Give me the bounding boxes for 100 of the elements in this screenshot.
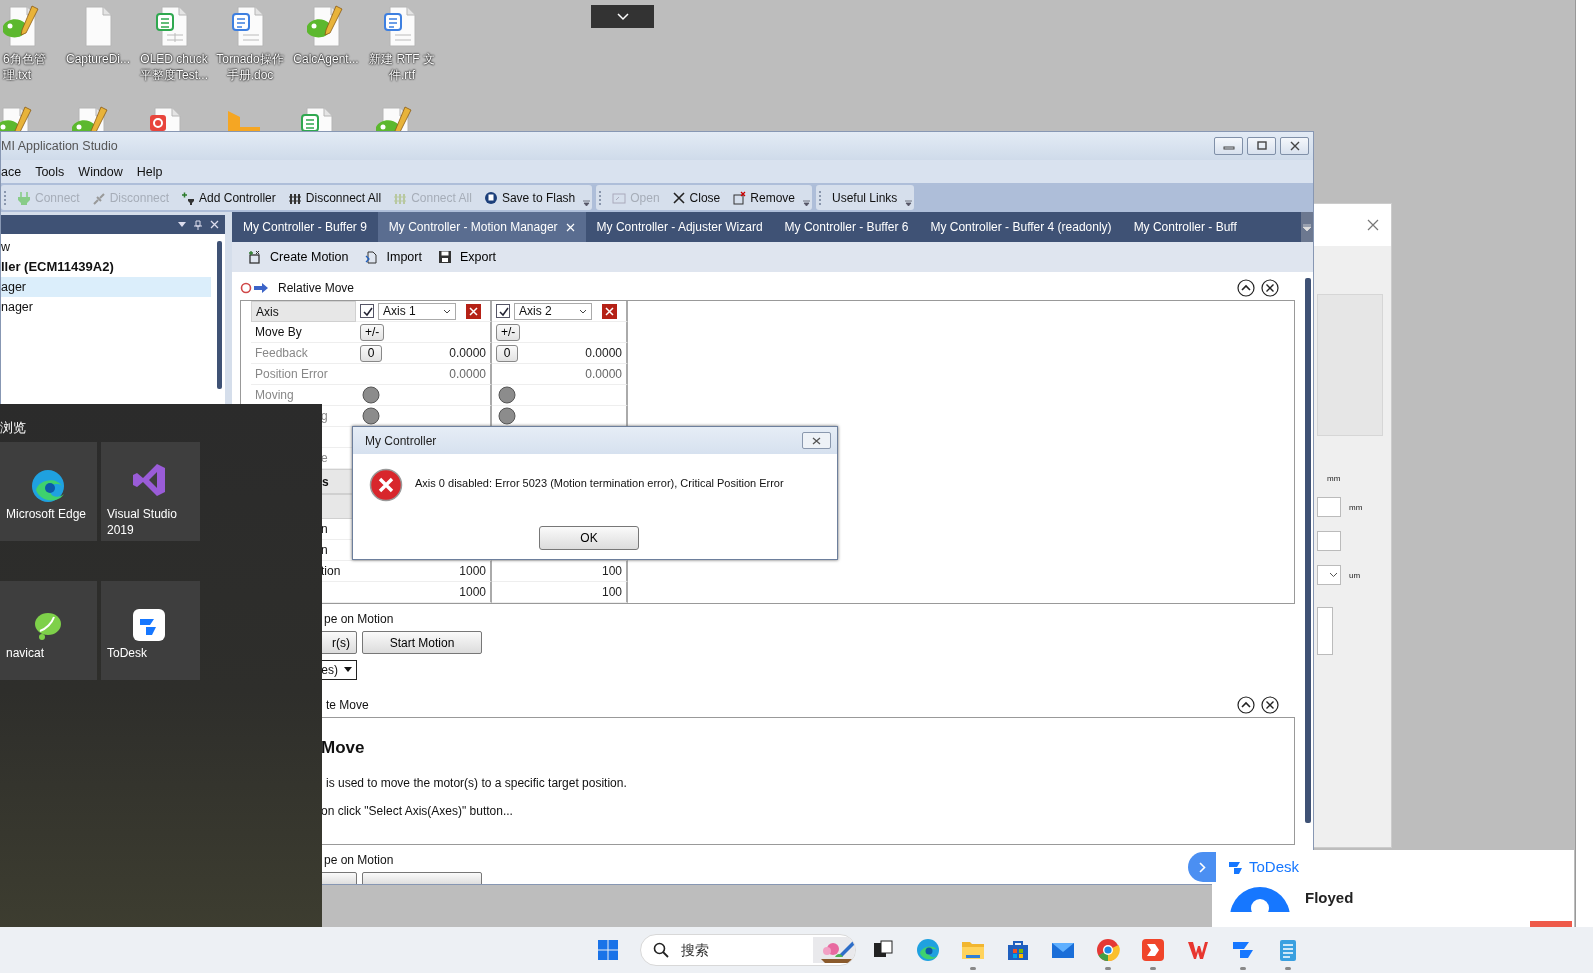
toolbar-button[interactable]: Import	[358, 250, 428, 264]
chrome-icon	[1095, 938, 1120, 962]
property-value: 1000	[459, 564, 486, 578]
dropdown-field[interactable]	[1317, 565, 1341, 585]
start-button[interactable]	[596, 938, 620, 962]
browser-icon	[30, 468, 66, 504]
check-icon	[497, 305, 509, 317]
search-input[interactable]: 搜索	[679, 941, 803, 959]
tab-list-button[interactable]	[1301, 212, 1313, 242]
file-label: 新建 RTF 文件.rtf	[368, 51, 436, 83]
remove-icon	[732, 190, 747, 205]
toolbar-button[interactable]: Save to Flash	[477, 186, 582, 209]
app-tile[interactable]: ToDesk	[101, 581, 200, 680]
section-heading: 浏览	[0, 419, 27, 437]
app-tile[interactable]: Visual Studio 2019	[101, 442, 200, 541]
search-field[interactable]: 搜索	[640, 934, 856, 966]
browser-icon	[915, 938, 940, 962]
menu-item[interactable]: Window	[78, 164, 123, 179]
menu-item[interactable]: Tools	[35, 164, 65, 179]
sign-button[interactable]: +/-	[360, 323, 385, 341]
property-value: 0.0000	[585, 367, 622, 381]
axis-dropdown[interactable]: Axis 2	[514, 302, 592, 320]
app-tile[interactable]: navicat	[0, 581, 97, 680]
toolbar-button[interactable]: Disconnect All	[281, 186, 388, 209]
tree-item[interactable]: w	[1, 237, 211, 257]
tree-item[interactable]: ller (ECM11439A2)	[1, 257, 211, 277]
error-icon	[369, 468, 403, 502]
property-label: n	[321, 543, 328, 557]
close-icon	[812, 436, 821, 445]
caption-text: pe on Motion	[324, 611, 394, 628]
menu-item[interactable]: Help	[136, 164, 163, 179]
close-button[interactable]	[1280, 137, 1309, 155]
action-button[interactable]: Start Motion	[362, 631, 482, 654]
pdf-reader-icon	[1140, 938, 1165, 962]
help-text: is used to move the motor(s) to a specific target position.	[326, 776, 628, 790]
maximize-button[interactable]	[1247, 137, 1276, 155]
zero-button[interactable]: 0	[496, 344, 518, 362]
ok-button[interactable]: OK	[539, 526, 639, 550]
file-label: CaptureDi...	[65, 51, 131, 67]
menu-item[interactable]: ace	[1, 164, 22, 179]
tab[interactable]: My Controller - Adjuster Wizard	[585, 212, 774, 242]
dropdown-button[interactable]	[591, 5, 654, 28]
windows-icon	[597, 939, 619, 961]
toolbar-button[interactable]: Create Motion	[242, 250, 355, 264]
restore-icon	[1255, 141, 1268, 151]
tree-item[interactable]: ager	[1, 277, 211, 297]
store-icon	[1005, 938, 1030, 962]
tab[interactable]: My Controller - Buffer 6	[773, 212, 920, 242]
close-button[interactable]	[802, 432, 831, 449]
expand-button[interactable]	[1188, 852, 1216, 882]
plug-icon	[17, 190, 31, 205]
unplug-icon	[91, 190, 106, 205]
tab[interactable]: My Controller - Buff	[1122, 212, 1248, 242]
unit-label: mm	[1349, 502, 1363, 512]
input-field[interactable]	[1317, 607, 1333, 655]
toolbar-button[interactable]: Add Controller	[175, 186, 282, 209]
remove-button[interactable]	[466, 303, 481, 319]
close-icon	[469, 306, 478, 316]
caret-down-icon	[1303, 223, 1311, 231]
tab[interactable]: My Controller - Buffer 9	[232, 212, 378, 242]
checkbox[interactable]	[360, 304, 374, 318]
input-field[interactable]	[1317, 497, 1341, 517]
remove-button[interactable]	[602, 303, 617, 319]
plug-add-icon	[181, 190, 196, 205]
user-name: Floyed	[1305, 889, 1354, 906]
toolbar-button[interactable]: Remove	[726, 186, 801, 209]
property-value: 1000	[459, 585, 486, 599]
axis-dropdown[interactable]: Axis 1	[378, 302, 456, 320]
chevron-right-icon	[1198, 861, 1206, 873]
input-field[interactable]	[1317, 531, 1341, 551]
minimize-button[interactable]	[1214, 137, 1243, 155]
chevron-down-icon	[579, 308, 587, 314]
app-tile[interactable]: Microsoft Edge	[0, 442, 97, 541]
scrollbar[interactable]	[217, 241, 222, 389]
caption-text: pe on Motion	[324, 852, 394, 869]
file-label: CalcAgent...	[292, 51, 360, 67]
collapse-icon	[1237, 278, 1255, 297]
dialog-title: My Controller	[365, 433, 437, 448]
check-icon	[361, 305, 373, 317]
tab[interactable]: My Controller - Motion Manager	[377, 212, 586, 242]
property-value: 0.0000	[449, 346, 486, 360]
import-icon	[364, 250, 379, 264]
brand-name: ToDesk	[1249, 858, 1300, 875]
toolbar-button[interactable]: Useful Links	[826, 186, 904, 209]
property-value: 100	[601, 585, 622, 599]
property-label: Move By	[255, 325, 302, 339]
tree-item[interactable]: nager	[1, 297, 211, 317]
toolbar-button[interactable]: Export	[431, 250, 503, 264]
checkbox[interactable]	[496, 304, 510, 318]
error-message: Axis 0 disabled: Error 5023 (Motion termination error), Critical Position Error	[415, 477, 784, 489]
close-icon	[1367, 219, 1379, 231]
sign-button[interactable]: +/-	[496, 323, 521, 341]
close-icon	[1261, 278, 1279, 297]
tab[interactable]: My Controller - Buffer 4 (readonly)	[919, 212, 1123, 242]
close-icon	[1288, 141, 1301, 151]
zero-button[interactable]: 0	[360, 344, 382, 362]
scrollbar[interactable]	[1305, 278, 1311, 823]
property-label: Feedback	[255, 346, 308, 360]
toolbar-button[interactable]: Close	[665, 186, 727, 209]
section-title: te Move	[326, 697, 369, 712]
